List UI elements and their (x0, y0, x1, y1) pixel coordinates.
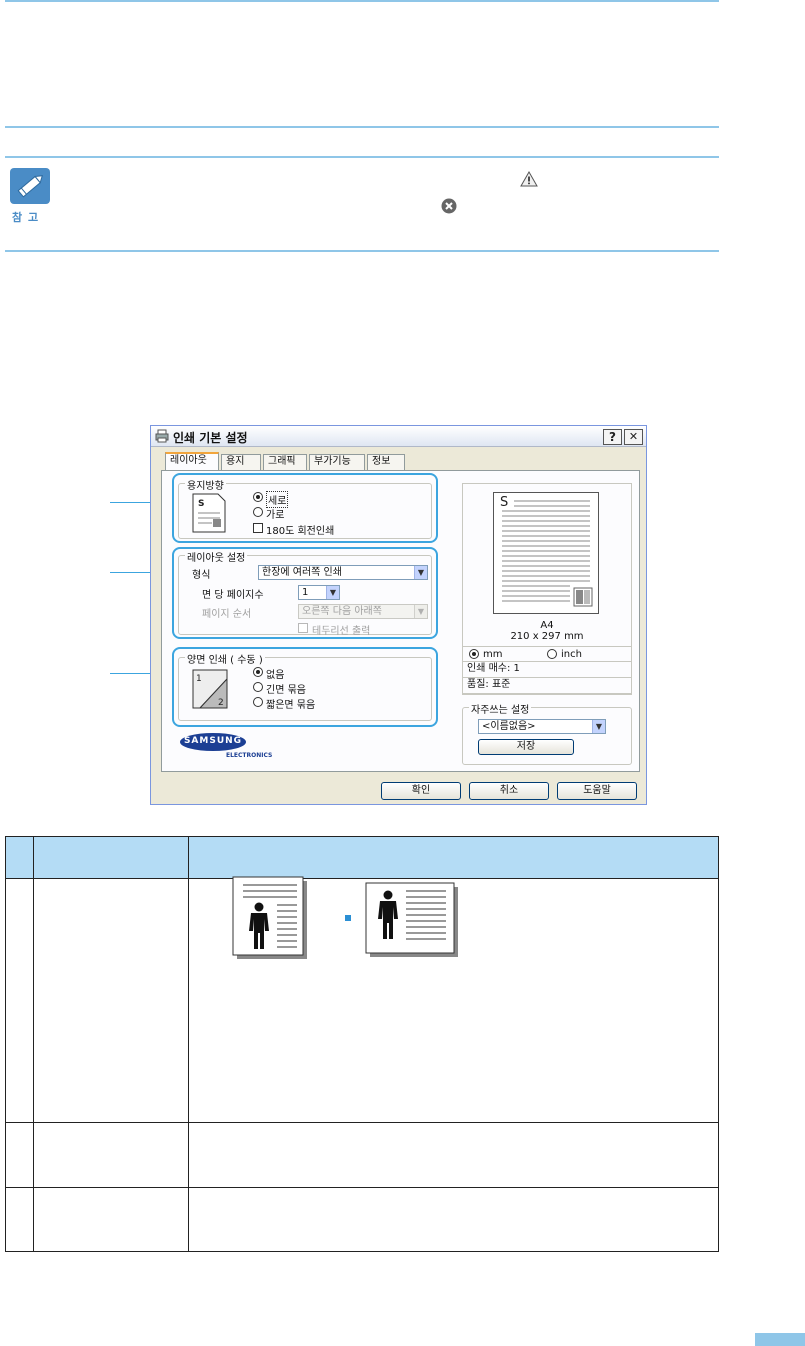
favorites-select[interactable]: <이름없음> ▼ (478, 719, 606, 734)
unit-mm-radio[interactable] (469, 649, 479, 659)
print-border-label: 테두리선 출력 (312, 626, 371, 637)
rotate-180-checkbox[interactable] (253, 523, 263, 533)
section-rule-2 (5, 156, 719, 158)
description-table (5, 836, 719, 1252)
preview-text-lines (502, 500, 593, 607)
chevron-down-icon: ▼ (414, 566, 427, 579)
help-button[interactable]: 도움말 (557, 782, 637, 800)
layout-type-select[interactable]: 한장에 여러쪽 인쇄 ▼ (258, 565, 428, 580)
landscape-orientation-illustration (365, 882, 458, 957)
pages-per-side-label: 면 당 페이지수 (202, 590, 264, 601)
duplex-long-radio[interactable] (253, 682, 263, 692)
unit-inch-radio[interactable] (547, 649, 557, 659)
samsung-logo-text: SAMSUNG (183, 736, 243, 746)
duplex-page-icon: 1 2 (192, 669, 228, 709)
save-favorite-button[interactable]: 저장 (478, 739, 574, 755)
favorites-value: <이름없음> (482, 721, 536, 732)
close-title-button[interactable]: ✕ (624, 429, 643, 445)
page-side-tab (755, 1333, 805, 1346)
chevron-down-icon: ▼ (326, 586, 339, 599)
duplex-long-label: 긴면 묶음 (266, 685, 306, 696)
table-header (6, 837, 718, 879)
page-order-label: 페이지 순서 (202, 609, 252, 620)
section-rule-3 (5, 250, 719, 252)
duplex-none-label: 없음 (266, 670, 285, 681)
preview-paper-size: 210 x 297 mm (510, 631, 584, 642)
orientation-title: 용지방향 (185, 477, 226, 492)
favorites-title: 자주쓰는 설정 (469, 701, 532, 716)
table-row-divider-1 (6, 1122, 718, 1123)
page-order-value: 오른쪽 다음 아래쪽 (302, 606, 382, 617)
tab-graphics[interactable]: 그래픽 (263, 454, 307, 470)
tab-layout[interactable]: 레이아웃 (165, 452, 219, 471)
quality-row: 품질: 표준 (462, 678, 632, 694)
samsung-logo-sub: ELECTRONICS (226, 752, 273, 759)
favorites-group: 자주쓰는 설정 (462, 701, 632, 765)
duplex-short-label: 짧은면 묶음 (266, 700, 316, 711)
orientation-portrait-radio[interactable] (253, 492, 263, 502)
pages-per-side-select[interactable]: 1 ▼ (298, 585, 340, 600)
help-title-button[interactable]: ? (603, 429, 622, 445)
layout-title: 레이아웃 설정 (185, 549, 248, 564)
page-order-select[interactable]: 오른쪽 다음 아래쪽 ▼ (298, 604, 428, 619)
svg-text:2: 2 (218, 698, 224, 708)
tab-extras[interactable]: 부가기능 (309, 454, 365, 470)
cancel-button[interactable]: 취소 (469, 782, 549, 800)
warning-icon (520, 170, 538, 187)
note-label: 참 고 (12, 211, 40, 224)
duplex-none-radio[interactable] (253, 667, 263, 677)
table-col-divider-1 (33, 837, 34, 1251)
portrait-page-icon: S (192, 493, 226, 533)
copies-row: 인쇄 매수: 1 (462, 662, 632, 678)
top-rule (5, 0, 719, 2)
unit-row: mm inch (462, 646, 632, 662)
layout-type-value: 한장에 여러쪽 인쇄 (262, 567, 342, 578)
note-pencil-icon (10, 168, 50, 204)
print-border-checkbox[interactable] (298, 623, 308, 633)
dialog-title: 인쇄 기본 설정 (173, 431, 248, 445)
pages-per-side-value: 1 (302, 587, 309, 598)
unit-inch-label: inch (561, 649, 582, 660)
preview-paper-name: A4 (540, 620, 554, 631)
orientation-landscape-radio[interactable] (253, 507, 263, 517)
duplex-short-radio[interactable] (253, 697, 263, 707)
rotate-180-label: 180도 회전인쇄 (266, 526, 335, 537)
chevron-down-icon: ▼ (592, 720, 605, 733)
orientation-landscape-label: 가로 (266, 510, 285, 521)
svg-text:S: S (198, 499, 204, 509)
layout-type-label: 형식 (192, 570, 211, 581)
ok-button[interactable]: 확인 (381, 782, 461, 800)
layout-panel: 용지방향 S 세로 가로 180도 회전인쇄 레이아웃 설정 형식 한장에 여러… (161, 470, 640, 772)
error-icon (441, 198, 457, 214)
chevron-down-icon: ▼ (414, 605, 427, 618)
printer-icon (155, 429, 169, 443)
portrait-orientation-illustration (232, 876, 307, 959)
table-col-divider-2 (188, 837, 189, 1251)
table-row-divider-2 (6, 1187, 718, 1188)
dialog-titlebar: 인쇄 기본 설정 ? ✕ (151, 426, 646, 447)
preview-page: S (493, 492, 599, 614)
section-rule-1 (5, 126, 719, 128)
tab-paper[interactable]: 용지 (221, 454, 261, 470)
duplex-title: 양면 인쇄 ( 수동 ) (185, 651, 265, 666)
samsung-logo: SAMSUNG ELECTRONICS (180, 733, 276, 763)
tab-about[interactable]: 정보 (367, 454, 405, 470)
print-preferences-dialog: 인쇄 기본 설정 ? ✕ 레이아웃 용지 그래픽 부가기능 정보 용지방향 S … (150, 425, 647, 805)
svg-text:1: 1 (196, 674, 202, 684)
orientation-bullet (345, 915, 351, 921)
unit-mm-label: mm (483, 649, 503, 660)
